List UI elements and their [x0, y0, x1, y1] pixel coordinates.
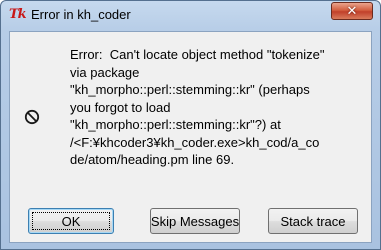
message-line: Error: Can't locate object method "token…	[70, 47, 325, 62]
close-icon: ✕	[346, 3, 358, 19]
focus-ring	[32, 212, 110, 230]
ok-button[interactable]: OK	[28, 208, 114, 234]
error-icon	[24, 109, 40, 125]
title-bar[interactable]: Tk Error in kh_coder ✕	[1, 1, 380, 29]
message-line: "kh_morpho::perl::stemming::kr"?) at	[70, 117, 281, 132]
dialog-body: Error: Can't locate object method "token…	[9, 31, 372, 243]
skip-messages-button[interactable]: Skip Messages	[150, 208, 240, 234]
message-line: /<F:¥khcoder3¥kh_coder.exe>kh_cod/a_co	[70, 134, 320, 150]
stack-trace-button[interactable]: Stack trace	[268, 208, 358, 234]
dialog-window: Tk Error in kh_coder ✕ Error: Can't loca…	[0, 0, 381, 250]
message-line: via package	[70, 64, 140, 80]
tk-app-icon: Tk	[9, 7, 27, 22]
stack-trace-label: Stack trace	[280, 213, 346, 229]
message-line: you forgot to load	[70, 99, 171, 115]
skip-messages-label: Skip Messages	[150, 213, 240, 229]
close-button[interactable]: ✕	[331, 2, 373, 20]
message-line: "kh_morpho::perl::stemming::kr" (perhaps	[70, 82, 310, 97]
message-line: de/atom/heading.pm line 69.	[70, 152, 235, 167]
window-title: Error in kh_coder	[31, 7, 131, 22]
error-message: Error: Can't locate object method "token…	[70, 46, 370, 169]
